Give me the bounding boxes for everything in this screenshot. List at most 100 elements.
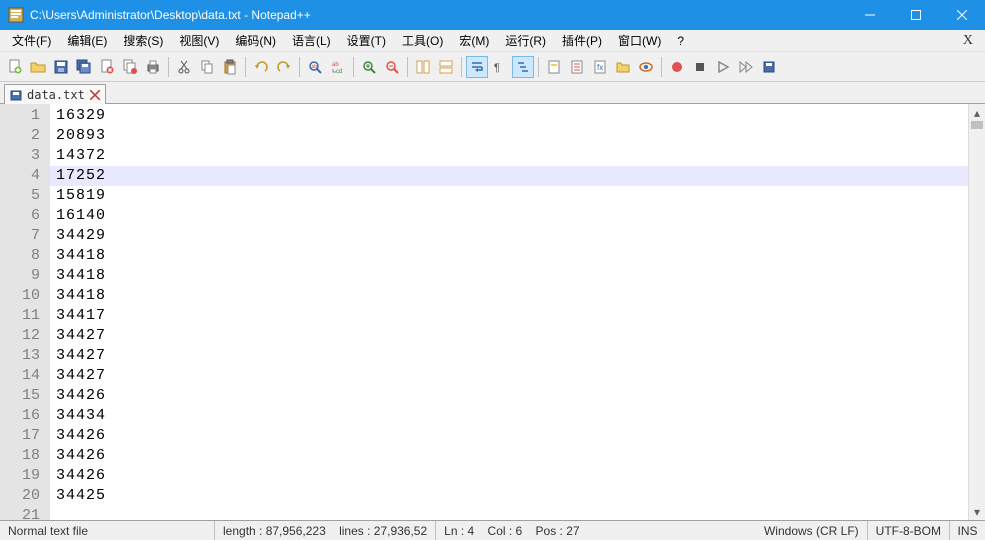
menu-search[interactable]: 搜索(S) <box>115 30 171 51</box>
text-line[interactable]: 34434 <box>50 406 968 426</box>
status-position: Ln : 4 Col : 6 Pos : 27 <box>435 521 587 540</box>
wordwrap-icon[interactable] <box>466 56 488 78</box>
show-all-chars-icon[interactable]: ¶ <box>489 56 511 78</box>
minimize-button[interactable] <box>847 0 893 30</box>
text-line[interactable]: 34427 <box>50 326 968 346</box>
doc-list-icon[interactable] <box>566 56 588 78</box>
line-number: 17 <box>0 426 50 446</box>
line-number: 6 <box>0 206 50 226</box>
toolbar-separator <box>168 57 169 77</box>
close-button[interactable] <box>939 0 985 30</box>
window-title: C:\Users\Administrator\Desktop\data.txt … <box>30 8 847 22</box>
menu-plugins[interactable]: 插件(P) <box>554 30 610 51</box>
status-mode[interactable]: INS <box>950 521 985 540</box>
folder-icon[interactable] <box>612 56 634 78</box>
doc-map-icon[interactable] <box>543 56 565 78</box>
text-line[interactable]: 34418 <box>50 246 968 266</box>
vertical-scrollbar[interactable]: ▴ ▾ <box>968 104 985 520</box>
text-line[interactable]: 34425 <box>50 486 968 506</box>
editor-area: 123456789101112131415161718192021 163292… <box>0 104 985 520</box>
zoom-in-icon[interactable] <box>358 56 380 78</box>
text-line[interactable]: 34418 <box>50 286 968 306</box>
scroll-thumb[interactable] <box>971 121 983 129</box>
line-number: 16 <box>0 406 50 426</box>
text-line[interactable]: 34417 <box>50 306 968 326</box>
svg-text:ab: ab <box>332 62 339 68</box>
menu-file[interactable]: 文件(F) <box>4 30 59 51</box>
menu-bar: 文件(F) 编辑(E) 搜索(S) 视图(V) 编码(N) 语言(L) 设置(T… <box>0 30 985 52</box>
save-all-icon[interactable] <box>73 56 95 78</box>
line-number: 12 <box>0 326 50 346</box>
sync-v-icon[interactable] <box>412 56 434 78</box>
menu-run[interactable]: 运行(R) <box>497 30 554 51</box>
menu-language[interactable]: 语言(L) <box>284 30 339 51</box>
text-line[interactable]: 34427 <box>50 366 968 386</box>
menubar-close-icon[interactable]: X <box>955 33 981 49</box>
line-number: 20 <box>0 486 50 506</box>
svg-text:fx: fx <box>597 63 603 72</box>
status-eol[interactable]: Windows (CR LF) <box>756 521 868 540</box>
svg-text:¶: ¶ <box>494 62 500 74</box>
text-line[interactable]: 34426 <box>50 386 968 406</box>
tab-close-icon[interactable] <box>89 89 101 101</box>
function-list-icon[interactable]: fx <box>589 56 611 78</box>
record-macro-icon[interactable] <box>666 56 688 78</box>
cut-icon[interactable] <box>173 56 195 78</box>
text-line[interactable]: 34426 <box>50 426 968 446</box>
print-icon[interactable] <box>142 56 164 78</box>
text-line[interactable]: 16140 <box>50 206 968 226</box>
paste-icon[interactable] <box>219 56 241 78</box>
status-bar: Normal text file length : 87,956,223 lin… <box>0 520 985 540</box>
zoom-out-icon[interactable] <box>381 56 403 78</box>
open-file-icon[interactable] <box>27 56 49 78</box>
text-line[interactable]: 34426 <box>50 466 968 486</box>
text-line[interactable]: 14372 <box>50 146 968 166</box>
scroll-up-icon[interactable]: ▴ <box>969 104 985 121</box>
save-icon[interactable] <box>50 56 72 78</box>
text-line[interactable]: 17252 <box>50 166 968 186</box>
svg-text:cd: cd <box>336 69 342 75</box>
copy-icon[interactable] <box>196 56 218 78</box>
text-line[interactable]: 34429 <box>50 226 968 246</box>
toolbar-separator <box>461 57 462 77</box>
text-line[interactable]: 15819 <box>50 186 968 206</box>
tab-data-txt[interactable]: data.txt <box>4 84 106 104</box>
text-area[interactable]: 1632920893143721725215819161403442934418… <box>50 104 968 520</box>
scroll-down-icon[interactable]: ▾ <box>969 503 985 520</box>
indent-guide-icon[interactable] <box>512 56 534 78</box>
text-line[interactable]: 34426 <box>50 446 968 466</box>
text-line[interactable]: 34427 <box>50 346 968 366</box>
menu-view[interactable]: 视图(V) <box>171 30 227 51</box>
menu-settings[interactable]: 设置(T) <box>339 30 394 51</box>
stop-macro-icon[interactable] <box>689 56 711 78</box>
status-encoding[interactable]: UTF-8-BOM <box>868 521 950 540</box>
close-all-icon[interactable] <box>119 56 141 78</box>
toolbar: ab abcd ¶ fx <box>0 52 985 82</box>
close-file-icon[interactable] <box>96 56 118 78</box>
line-number: 5 <box>0 186 50 206</box>
text-line[interactable]: 20893 <box>50 126 968 146</box>
text-line[interactable]: 16329 <box>50 106 968 126</box>
menu-encoding[interactable]: 编码(N) <box>227 30 284 51</box>
monitor-icon[interactable] <box>635 56 657 78</box>
play-macro-icon[interactable] <box>712 56 734 78</box>
toolbar-separator <box>245 57 246 77</box>
line-number: 4 <box>0 166 50 186</box>
replace-icon[interactable]: abcd <box>327 56 349 78</box>
sync-h-icon[interactable] <box>435 56 457 78</box>
menu-edit[interactable]: 编辑(E) <box>59 30 115 51</box>
menu-tools[interactable]: 工具(O) <box>394 30 451 51</box>
menu-macro[interactable]: 宏(M) <box>451 30 497 51</box>
line-number: 15 <box>0 386 50 406</box>
play-multi-icon[interactable] <box>735 56 757 78</box>
undo-icon[interactable] <box>250 56 272 78</box>
redo-icon[interactable] <box>273 56 295 78</box>
new-file-icon[interactable] <box>4 56 26 78</box>
text-line[interactable]: 34418 <box>50 266 968 286</box>
save-macro-icon[interactable] <box>758 56 780 78</box>
maximize-button[interactable] <box>893 0 939 30</box>
menu-window[interactable]: 窗口(W) <box>610 30 669 51</box>
line-number: 21 <box>0 506 50 518</box>
find-icon[interactable]: ab <box>304 56 326 78</box>
menu-help[interactable]: ? <box>669 32 692 50</box>
